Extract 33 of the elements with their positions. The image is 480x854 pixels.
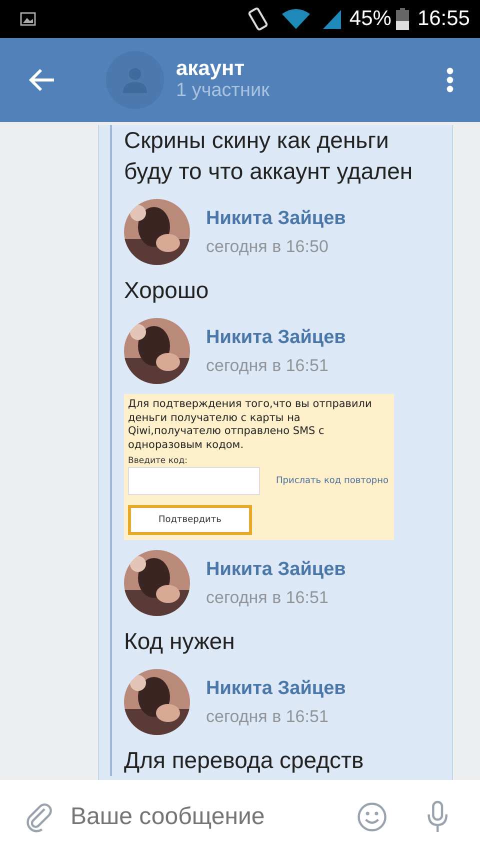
battery-percent: 45% bbox=[349, 6, 392, 32]
wifi-icon bbox=[281, 8, 312, 30]
message-time: сегодня в 16:51 bbox=[206, 586, 330, 609]
author-name[interactable]: Никита Зайцев bbox=[206, 556, 346, 585]
message-composer[interactable]: Ваше сообщение bbox=[0, 780, 480, 854]
image-icon bbox=[20, 12, 36, 26]
message-text: Скрины скину как деньги буду то что аккаунт удален bbox=[124, 126, 414, 186]
signal-icon bbox=[321, 8, 344, 30]
menu-button[interactable] bbox=[446, 67, 454, 93]
author-name[interactable]: Никита Зайцев bbox=[206, 324, 346, 353]
message-time: сегодня в 16:50 bbox=[206, 236, 330, 258]
author-name[interactable]: Никита Зайцев bbox=[206, 205, 346, 234]
battery-icon bbox=[396, 8, 410, 30]
message-text: Код нужен bbox=[124, 627, 236, 656]
chat-title: акаунт bbox=[176, 57, 246, 80]
back-arrow-icon bbox=[28, 68, 56, 92]
sms-notice: Для подтверждения того,что вы отправили деньги получателю с карты на Qiwi,получателю отправлено SMS с одноразовым кодом. bbox=[128, 398, 373, 453]
message-text: Хорошо bbox=[124, 276, 210, 306]
message-field[interactable]: Ваше сообщение bbox=[68, 798, 347, 836]
message-time: сегодня в 16:51 bbox=[206, 354, 330, 377]
code-label: Введите код: bbox=[128, 454, 188, 468]
back-button[interactable] bbox=[28, 68, 56, 92]
confirm-button[interactable]: Подтвердить bbox=[128, 505, 252, 536]
code-input[interactable] bbox=[128, 467, 260, 496]
member-count: 1 участник bbox=[176, 80, 270, 103]
more-icon bbox=[446, 67, 454, 93]
clock: 16:55 bbox=[417, 6, 470, 32]
author-name[interactable]: Никита Зайцев bbox=[206, 675, 346, 704]
resend-code-link[interactable]: Прислать код повторно bbox=[276, 474, 389, 488]
message-text: Для перевода средств bbox=[124, 746, 365, 776]
emoji-icon[interactable] bbox=[356, 800, 387, 834]
microphone-icon[interactable] bbox=[426, 799, 448, 835]
message-time: сегодня в 16:51 bbox=[206, 706, 330, 728]
